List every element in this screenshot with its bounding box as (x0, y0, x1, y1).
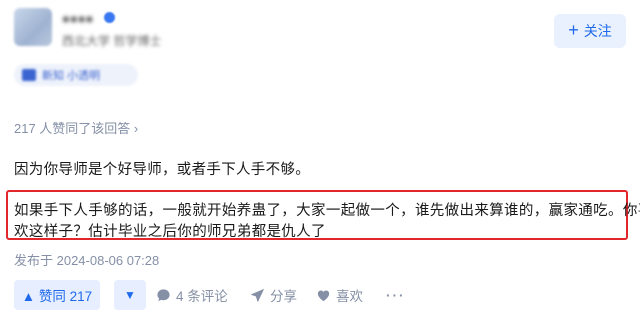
more-button[interactable]: ··· (386, 280, 406, 310)
publish-date: 发布于 2024-08-06 07:28 (14, 253, 160, 268)
highlight-line-1: 如果手下人手够的话，一般就开始养蛊了，大家一起做一个，谁先做出来算谁的，赢家通吃… (14, 203, 640, 219)
share-button[interactable]: 分享 (250, 280, 297, 310)
upvote-label: ▲ 赞同 217 (21, 289, 93, 304)
like-label: 喜欢 (336, 289, 363, 304)
follow-button[interactable]: + 关注 (554, 14, 626, 48)
comment-icon (156, 288, 171, 303)
author-name[interactable]: ●●●● (62, 11, 93, 26)
comment-button[interactable]: 4 条评论 (156, 280, 228, 310)
downvote-button[interactable]: ▼ (114, 280, 146, 310)
highlight-line-2: 欢这样子？估计毕业之后你的师兄弟都是仇人了 (14, 224, 326, 240)
answer-header: ●●●● 西北大学 哲学博士 + 关注 (14, 8, 626, 56)
badge-logo-icon (22, 69, 36, 81)
share-label: 分享 (270, 289, 297, 304)
author-subtitle: 西北大学 哲学博士 (62, 34, 162, 48)
badge-label: 新知 小透明 (42, 70, 101, 82)
author-avatar[interactable] (14, 8, 52, 46)
upvote-button[interactable]: ▲ 赞同 217 (14, 280, 100, 310)
follow-label: 关注 (583, 23, 612, 39)
author-badge[interactable]: 新知 小透明 (14, 64, 138, 86)
answer-paragraph: 因为你导师是个好导师，或者手下人手不够。 (14, 162, 310, 178)
triangle-down-icon: ▼ (124, 288, 136, 302)
verified-icon (104, 12, 115, 23)
share-icon (250, 288, 265, 303)
comment-label: 4 条评论 (176, 289, 228, 304)
plus-icon: + (568, 20, 579, 40)
heart-icon (316, 288, 331, 303)
highlighted-paragraph: 如果手下人手够的话，一般就开始养蛊了，大家一起做一个，谁先做出来算谁的，赢家通吃… (6, 190, 640, 240)
like-button[interactable]: 喜欢 (316, 280, 363, 310)
agree-count-link[interactable]: 217 人赞同了该回答 › (14, 118, 138, 137)
action-bar: ▲ 赞同 217 ▼ 4 条评论 分享 喜欢 ··· (14, 280, 626, 312)
more-icon: ··· (386, 287, 406, 303)
